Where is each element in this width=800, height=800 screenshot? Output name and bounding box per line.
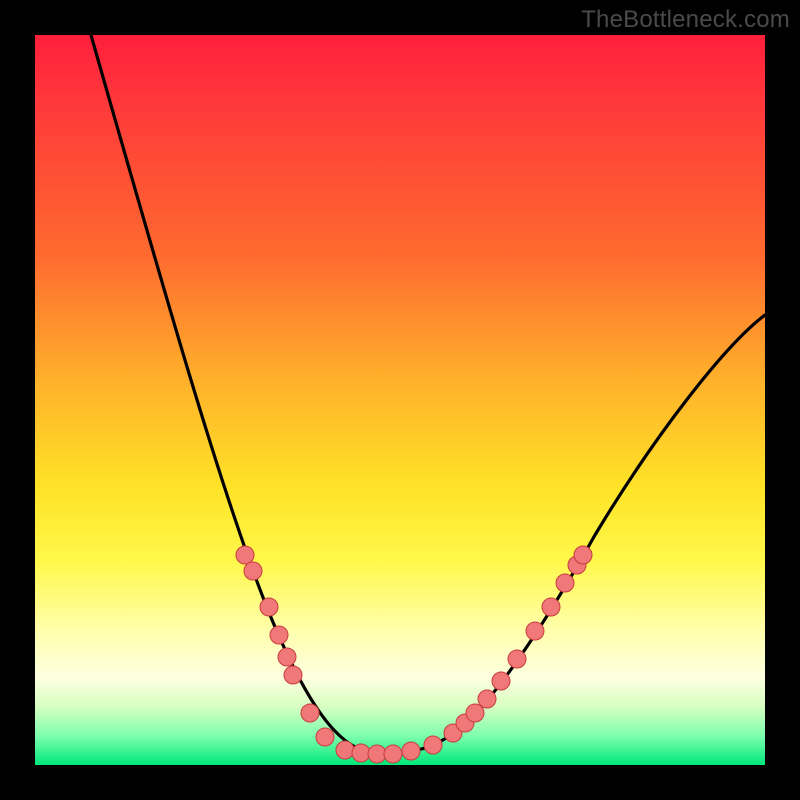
data-markers	[236, 546, 592, 763]
data-marker	[236, 546, 254, 564]
data-marker	[478, 690, 496, 708]
data-marker	[352, 744, 370, 762]
data-marker	[542, 598, 560, 616]
data-marker	[574, 546, 592, 564]
data-marker	[526, 622, 544, 640]
data-marker	[270, 626, 288, 644]
data-marker	[284, 666, 302, 684]
data-marker	[402, 742, 420, 760]
data-marker	[508, 650, 526, 668]
data-marker	[466, 704, 484, 722]
data-marker	[424, 736, 442, 754]
data-marker	[368, 745, 386, 763]
data-marker	[278, 648, 296, 666]
bottleneck-curve	[91, 35, 765, 753]
data-marker	[336, 741, 354, 759]
watermark-text: TheBottleneck.com	[581, 6, 790, 34]
data-marker	[260, 598, 278, 616]
data-marker	[316, 728, 334, 746]
data-marker	[492, 672, 510, 690]
data-marker	[244, 562, 262, 580]
plot-area	[35, 35, 765, 765]
chart-svg	[35, 35, 765, 765]
data-marker	[384, 745, 402, 763]
data-marker	[301, 704, 319, 722]
data-marker	[556, 574, 574, 592]
chart-frame: TheBottleneck.com	[0, 0, 800, 800]
